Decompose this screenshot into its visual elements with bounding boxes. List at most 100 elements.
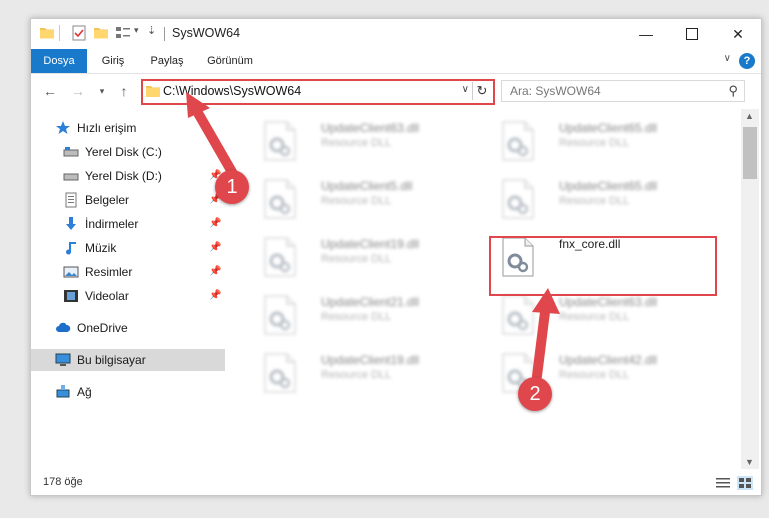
back-button[interactable]: ←: [41, 82, 59, 100]
dll-file-icon: [264, 295, 296, 335]
file-type: Resource DLL: [321, 195, 392, 207]
recent-locations-button[interactable]: ▾: [93, 82, 111, 100]
sidebar-item-local-disk-c[interactable]: Yerel Disk (C:): [31, 141, 225, 163]
file-type: Resource DLL: [321, 253, 392, 265]
sidebar-item-label: Yerel Disk (C:): [85, 145, 162, 159]
pin-icon[interactable]: 📌: [209, 261, 221, 283]
file-name: UpdateClient5.dll: [321, 179, 413, 193]
search-icon: ⚲: [728, 83, 738, 98]
dll-file-icon: [264, 179, 296, 219]
customize-toolbar-icon[interactable]: ⇣: [147, 24, 156, 37]
file-item[interactable]: UpdateClient19.dll Resource DLL: [251, 233, 471, 283]
window-title: SysWOW64: [172, 26, 241, 40]
sidebar-item-downloads[interactable]: İndirmeler 📌: [31, 213, 225, 235]
sidebar-item-documents[interactable]: Belgeler 📌: [31, 189, 225, 211]
file-type: Resource DLL: [321, 311, 392, 323]
file-item[interactable]: UpdateClient65.dll Resource DLL: [489, 117, 709, 167]
sidebar-item-label: Hızlı erişim: [77, 121, 137, 135]
close-icon: ✕: [732, 25, 744, 42]
file-name: UpdateClient65.dll: [559, 121, 658, 135]
close-button[interactable]: ✕: [715, 19, 761, 49]
ribbon-tabs: Dosya Giriş Paylaş Görünüm ∨ ?: [31, 49, 761, 74]
forward-button[interactable]: →: [69, 82, 87, 100]
address-bar[interactable]: C:\Windows\SysWOW64 ∨ ↻: [141, 79, 495, 105]
pin-icon[interactable]: 📌: [209, 285, 221, 307]
highlight-box: [489, 236, 717, 296]
folder-icon: [40, 28, 54, 39]
sidebar-item-local-disk-d[interactable]: Yerel Disk (D:) 📌: [31, 165, 225, 187]
file-name: UpdateClient63.dll: [559, 295, 658, 309]
tab-home[interactable]: Giriş: [91, 49, 135, 73]
file-item[interactable]: UpdateClient21.dll Resource DLL: [251, 291, 471, 341]
dll-file-icon: [264, 353, 296, 393]
expand-ribbon-icon[interactable]: ∨: [724, 53, 731, 64]
pin-icon[interactable]: 📌: [209, 213, 221, 235]
navigation-bar: ← → ▾ ↑ C:\Windows\SysWOW64 ∨ ↻ Ara: Sys…: [31, 74, 761, 108]
search-box[interactable]: Ara: SysWOW64 ⚲: [501, 80, 745, 102]
sidebar-item-music[interactable]: Müzik 📌: [31, 237, 225, 259]
help-button[interactable]: ?: [739, 53, 755, 69]
dll-file-icon: [502, 295, 534, 335]
file-type: Resource DLL: [559, 137, 630, 149]
dll-file-icon: [502, 179, 534, 219]
sidebar-item-label: İndirmeler: [85, 217, 139, 231]
file-name: UpdateClient19.dll: [321, 237, 420, 251]
scroll-thumb[interactable]: [743, 127, 757, 179]
explorer-window: ▾ ⇣ SysWOW64 — ✕ Dosya Giriş Paylaş Görü…: [30, 18, 762, 496]
search-input[interactable]: Ara: SysWOW64: [510, 84, 601, 98]
file-name: UpdateClient42.dll: [559, 353, 658, 367]
sidebar-item-network[interactable]: Ağ: [31, 381, 225, 403]
new-folder-icon[interactable]: [93, 25, 109, 41]
address-path: C:\Windows\SysWOW64: [163, 84, 302, 98]
dll-file-icon: [264, 237, 296, 277]
chevron-down-icon[interactable]: ∨: [462, 84, 469, 95]
file-item[interactable]: UpdateClient63.dll Resource DLL: [489, 291, 709, 341]
scroll-up-icon[interactable]: ▲: [745, 111, 754, 121]
computer-icon: [55, 353, 71, 366]
arrow-left-icon: ←: [43, 83, 57, 99]
details-view-icon[interactable]: [715, 476, 731, 490]
sidebar-item-onedrive[interactable]: OneDrive: [31, 317, 225, 339]
sidebar-item-quick-access[interactable]: Hızlı erişim: [31, 117, 225, 139]
chevron-down-icon[interactable]: ▾: [134, 25, 139, 36]
sidebar-item-label: Resimler: [85, 265, 133, 279]
drive-icon: [63, 147, 79, 157]
title-bar: ▾ ⇣ SysWOW64 — ✕: [31, 19, 761, 49]
file-item[interactable]: UpdateClient65.dll Resource DLL: [489, 175, 709, 225]
sidebar-item-pictures[interactable]: Resimler 📌: [31, 261, 225, 283]
file-name: UpdateClient63.dll: [321, 121, 420, 135]
step-badge-2: 2: [518, 377, 552, 411]
refresh-icon[interactable]: ↻: [472, 82, 491, 100]
tab-file[interactable]: Dosya: [31, 49, 87, 73]
file-item[interactable]: UpdateClient63.dll Resource DLL: [251, 117, 471, 167]
sidebar-item-this-pc[interactable]: Bu bilgisayar: [31, 349, 225, 371]
minimize-icon: —: [639, 26, 653, 42]
view-options-icon[interactable]: [115, 25, 131, 41]
up-button[interactable]: ↑: [115, 82, 133, 100]
file-item[interactable]: UpdateClient5.dll Resource DLL: [251, 175, 471, 225]
music-icon: [66, 242, 76, 255]
tab-view[interactable]: Görünüm: [197, 49, 263, 73]
sidebar-item-label: Ağ: [77, 385, 92, 399]
maximize-button[interactable]: [669, 19, 715, 49]
step-badge-1: 1: [215, 170, 249, 204]
sidebar-item-label: Bu bilgisayar: [77, 353, 146, 367]
navigation-pane: Hızlı erişim Yerel Disk (C:) Yerel Disk …: [31, 109, 227, 469]
properties-icon[interactable]: [71, 25, 87, 41]
file-name: UpdateClient65.dll: [559, 179, 658, 193]
minimize-button[interactable]: —: [623, 19, 669, 49]
documents-icon: [65, 192, 77, 208]
folder-icon: [146, 86, 160, 97]
file-item[interactable]: UpdateClient19.dll Resource DLL: [251, 349, 471, 399]
file-type: Resource DLL: [559, 311, 630, 323]
large-icons-view-icon[interactable]: [737, 476, 753, 490]
pin-icon[interactable]: 📌: [209, 237, 221, 259]
cloud-icon: [56, 322, 71, 332]
scroll-down-icon[interactable]: ▼: [745, 457, 754, 467]
vertical-scrollbar[interactable]: ▲ ▼: [741, 109, 759, 469]
file-type: Resource DLL: [559, 195, 630, 207]
sidebar-item-videos[interactable]: Videolar 📌: [31, 285, 225, 307]
tab-share[interactable]: Paylaş: [139, 49, 195, 73]
title-separator: [164, 27, 165, 41]
sidebar-item-label: Yerel Disk (D:): [85, 169, 162, 183]
